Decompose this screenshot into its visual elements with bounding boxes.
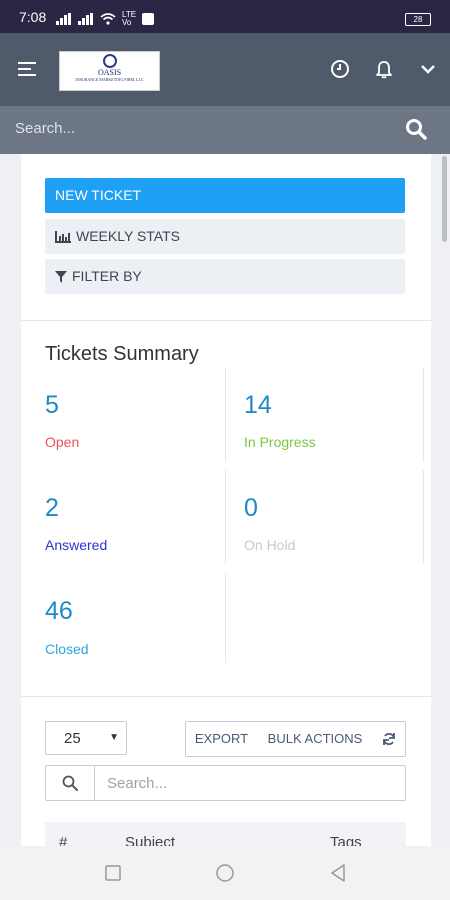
logo-subtitle: INSURANCE MARKETING FIRM, LLC — [75, 77, 144, 82]
scrollbar[interactable] — [442, 156, 447, 242]
wifi-icon — [100, 13, 116, 25]
on-hold-label[interactable]: On Hold — [244, 537, 295, 553]
page-size-value: 25 — [64, 730, 81, 747]
status-time: 7:08 — [19, 9, 47, 25]
closed-label[interactable]: Closed — [45, 641, 89, 657]
caret-down-icon: ▼ — [109, 732, 119, 743]
open-count: 5 — [45, 391, 59, 419]
global-search-bar[interactable]: Search... — [0, 106, 450, 154]
signal-icon — [56, 13, 71, 25]
closed-count: 46 — [45, 597, 73, 625]
app-notification-icon — [142, 13, 155, 25]
clock-icon[interactable] — [330, 59, 350, 79]
logo-title: OASIS — [97, 68, 122, 77]
new-ticket-button[interactable]: NEW TICKET — [45, 178, 405, 213]
search-icon — [62, 775, 78, 791]
filter-by-button[interactable]: FILTER BY — [45, 259, 405, 294]
status-icons: LTE Vo — [56, 10, 155, 27]
in-progress-label[interactable]: In Progress — [244, 434, 316, 450]
refresh-icon — [383, 733, 395, 745]
divider — [225, 573, 226, 663]
system-nav-bar — [0, 846, 450, 900]
weekly-stats-button[interactable]: WEEKLY STATS — [45, 219, 405, 254]
app-bar: OASIS INSURANCE MARKETING FIRM, LLC — [0, 33, 450, 106]
bulk-actions-button[interactable]: BULK ACTIONS — [257, 721, 374, 757]
answered-count: 2 — [45, 494, 59, 522]
logo-mark — [102, 54, 117, 68]
divider — [423, 368, 424, 462]
signal-icon — [78, 13, 93, 25]
recent-apps-icon[interactable] — [103, 863, 123, 883]
page-size-select[interactable]: 25 ▼ — [45, 721, 127, 755]
answered-label[interactable]: Answered — [45, 537, 107, 553]
home-icon[interactable] — [215, 863, 235, 883]
refresh-button[interactable] — [373, 721, 406, 757]
weekly-stats-label: WEEKLY STATS — [76, 228, 180, 244]
divider — [21, 696, 431, 697]
status-bar: 7:08 LTE Vo 28 — [0, 0, 450, 33]
bar-chart-icon — [55, 230, 71, 243]
table-search-icon-box — [46, 766, 95, 800]
table-search-field[interactable] — [45, 765, 406, 801]
in-progress-count: 14 — [244, 391, 272, 419]
tickets-summary-title: Tickets Summary — [45, 343, 199, 365]
divider — [21, 320, 431, 321]
global-search-input[interactable]: Search... — [15, 120, 75, 137]
divider — [225, 470, 226, 564]
back-icon[interactable] — [328, 863, 348, 883]
divider — [423, 470, 424, 564]
filter-by-label: FILTER BY — [72, 268, 142, 284]
bell-icon[interactable] — [374, 59, 394, 79]
export-button[interactable]: EXPORT — [185, 721, 258, 757]
chevron-down-icon[interactable] — [418, 59, 438, 79]
open-label[interactable]: Open — [45, 434, 79, 450]
filter-icon — [55, 270, 67, 283]
company-logo[interactable]: OASIS INSURANCE MARKETING FIRM, LLC — [59, 51, 160, 91]
table-search-input[interactable] — [95, 766, 405, 800]
divider — [225, 368, 226, 462]
battery-icon: 28 — [405, 13, 431, 26]
on-hold-count: 0 — [244, 494, 258, 522]
volte-icon: LTE Vo — [122, 10, 137, 27]
search-icon[interactable] — [405, 118, 427, 140]
menu-icon[interactable] — [18, 61, 36, 77]
